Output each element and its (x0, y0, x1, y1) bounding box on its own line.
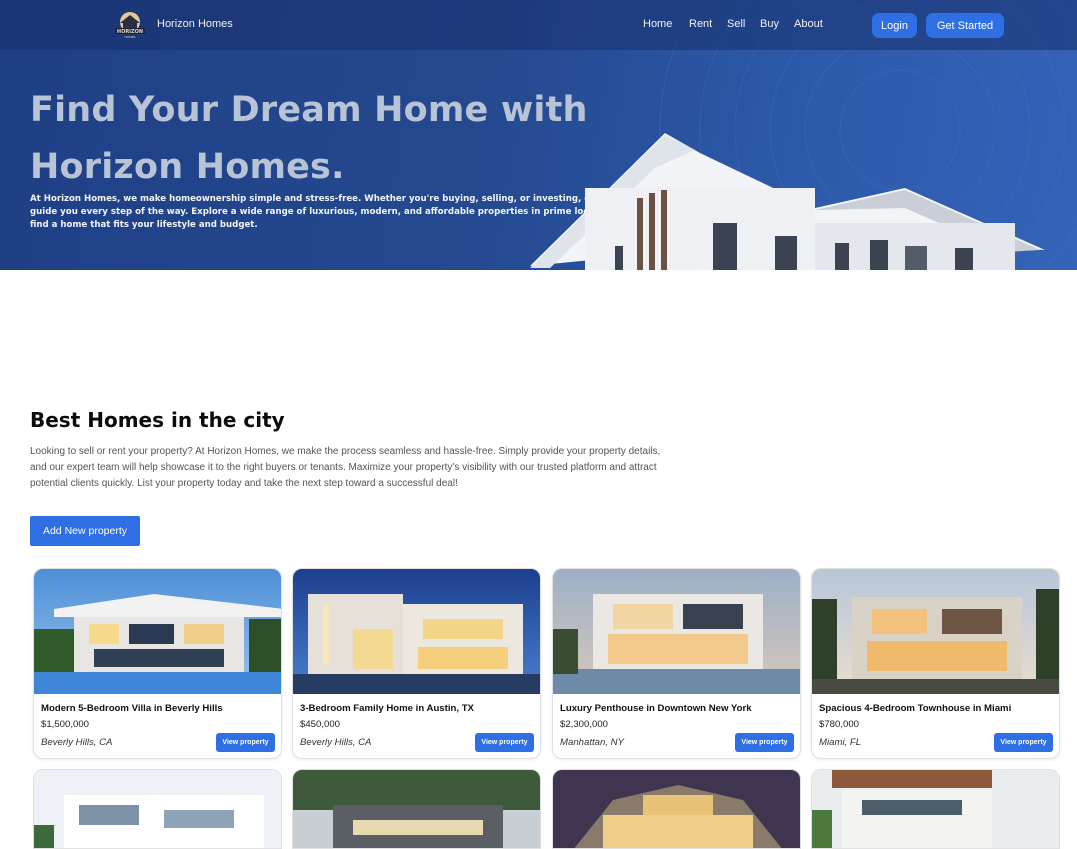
section-description: Looking to sell or rent your property? A… (30, 446, 661, 489)
property-price: $780,000 (819, 719, 860, 730)
property-location: Beverly Hills, CA (300, 737, 372, 748)
nav-buy[interactable]: Buy (760, 18, 779, 30)
nav-about[interactable]: About (794, 18, 823, 30)
property-card[interactable] (292, 769, 541, 849)
view-property-button[interactable]: View property (475, 733, 534, 752)
property-image (293, 770, 540, 848)
property-image (812, 569, 1059, 694)
property-image (553, 770, 800, 848)
nav-home[interactable]: Home (643, 18, 672, 30)
hero-house-image (530, 133, 1045, 270)
property-image (553, 569, 800, 694)
property-title: 3-Bedroom Family Home in Austin, TX (300, 703, 474, 714)
property-card[interactable]: Spacious 4-Bedroom Townhouse in Miami $7… (811, 568, 1060, 759)
property-image (34, 569, 281, 694)
svg-text:HOMES: HOMES (124, 35, 135, 39)
navbar: HORIZON HOMES Horizon Homes Home Rent Se… (0, 0, 1077, 50)
login-button[interactable]: Login (872, 13, 917, 38)
property-price: $2,300,000 (560, 719, 609, 730)
property-image (34, 770, 281, 848)
add-new-property-button[interactable]: Add New property (30, 516, 140, 546)
brand-name[interactable]: Horizon Homes (157, 18, 233, 30)
property-title: Luxury Penthouse in Downtown New York (560, 703, 752, 714)
property-image (293, 569, 540, 694)
view-property-button[interactable]: View property (735, 733, 794, 752)
property-image (812, 770, 1059, 848)
property-title: Spacious 4-Bedroom Townhouse in Miami (819, 703, 1012, 714)
property-title: Modern 5-Bedroom Villa in Beverly Hills (41, 703, 223, 714)
section-title: Best Homes in the city (30, 408, 285, 432)
property-location: Manhattan, NY (560, 737, 624, 748)
property-card[interactable] (552, 769, 801, 849)
property-card[interactable] (811, 769, 1060, 849)
property-price: $450,000 (300, 719, 341, 730)
nav-sell[interactable]: Sell (727, 18, 745, 30)
get-started-button[interactable]: Get Started (926, 13, 1004, 38)
property-location: Miami, FL (819, 737, 862, 748)
property-card[interactable]: Modern 5-Bedroom Villa in Beverly Hills … (33, 568, 282, 759)
property-card[interactable]: Luxury Penthouse in Downtown New York $2… (552, 568, 801, 759)
property-price: $1,500,000 (41, 719, 90, 730)
view-property-button[interactable]: View property (994, 733, 1053, 752)
view-property-button[interactable]: View property (216, 733, 275, 752)
nav-rent[interactable]: Rent (689, 18, 712, 30)
horizon-homes-logo[interactable]: HORIZON HOMES (112, 9, 148, 39)
property-card[interactable]: 3-Bedroom Family Home in Austin, TX $450… (292, 568, 541, 759)
property-location: Beverly Hills, CA (41, 737, 113, 748)
property-card[interactable] (33, 769, 282, 849)
hero-banner: HORIZON HOMES Horizon Homes Home Rent Se… (0, 0, 1077, 270)
